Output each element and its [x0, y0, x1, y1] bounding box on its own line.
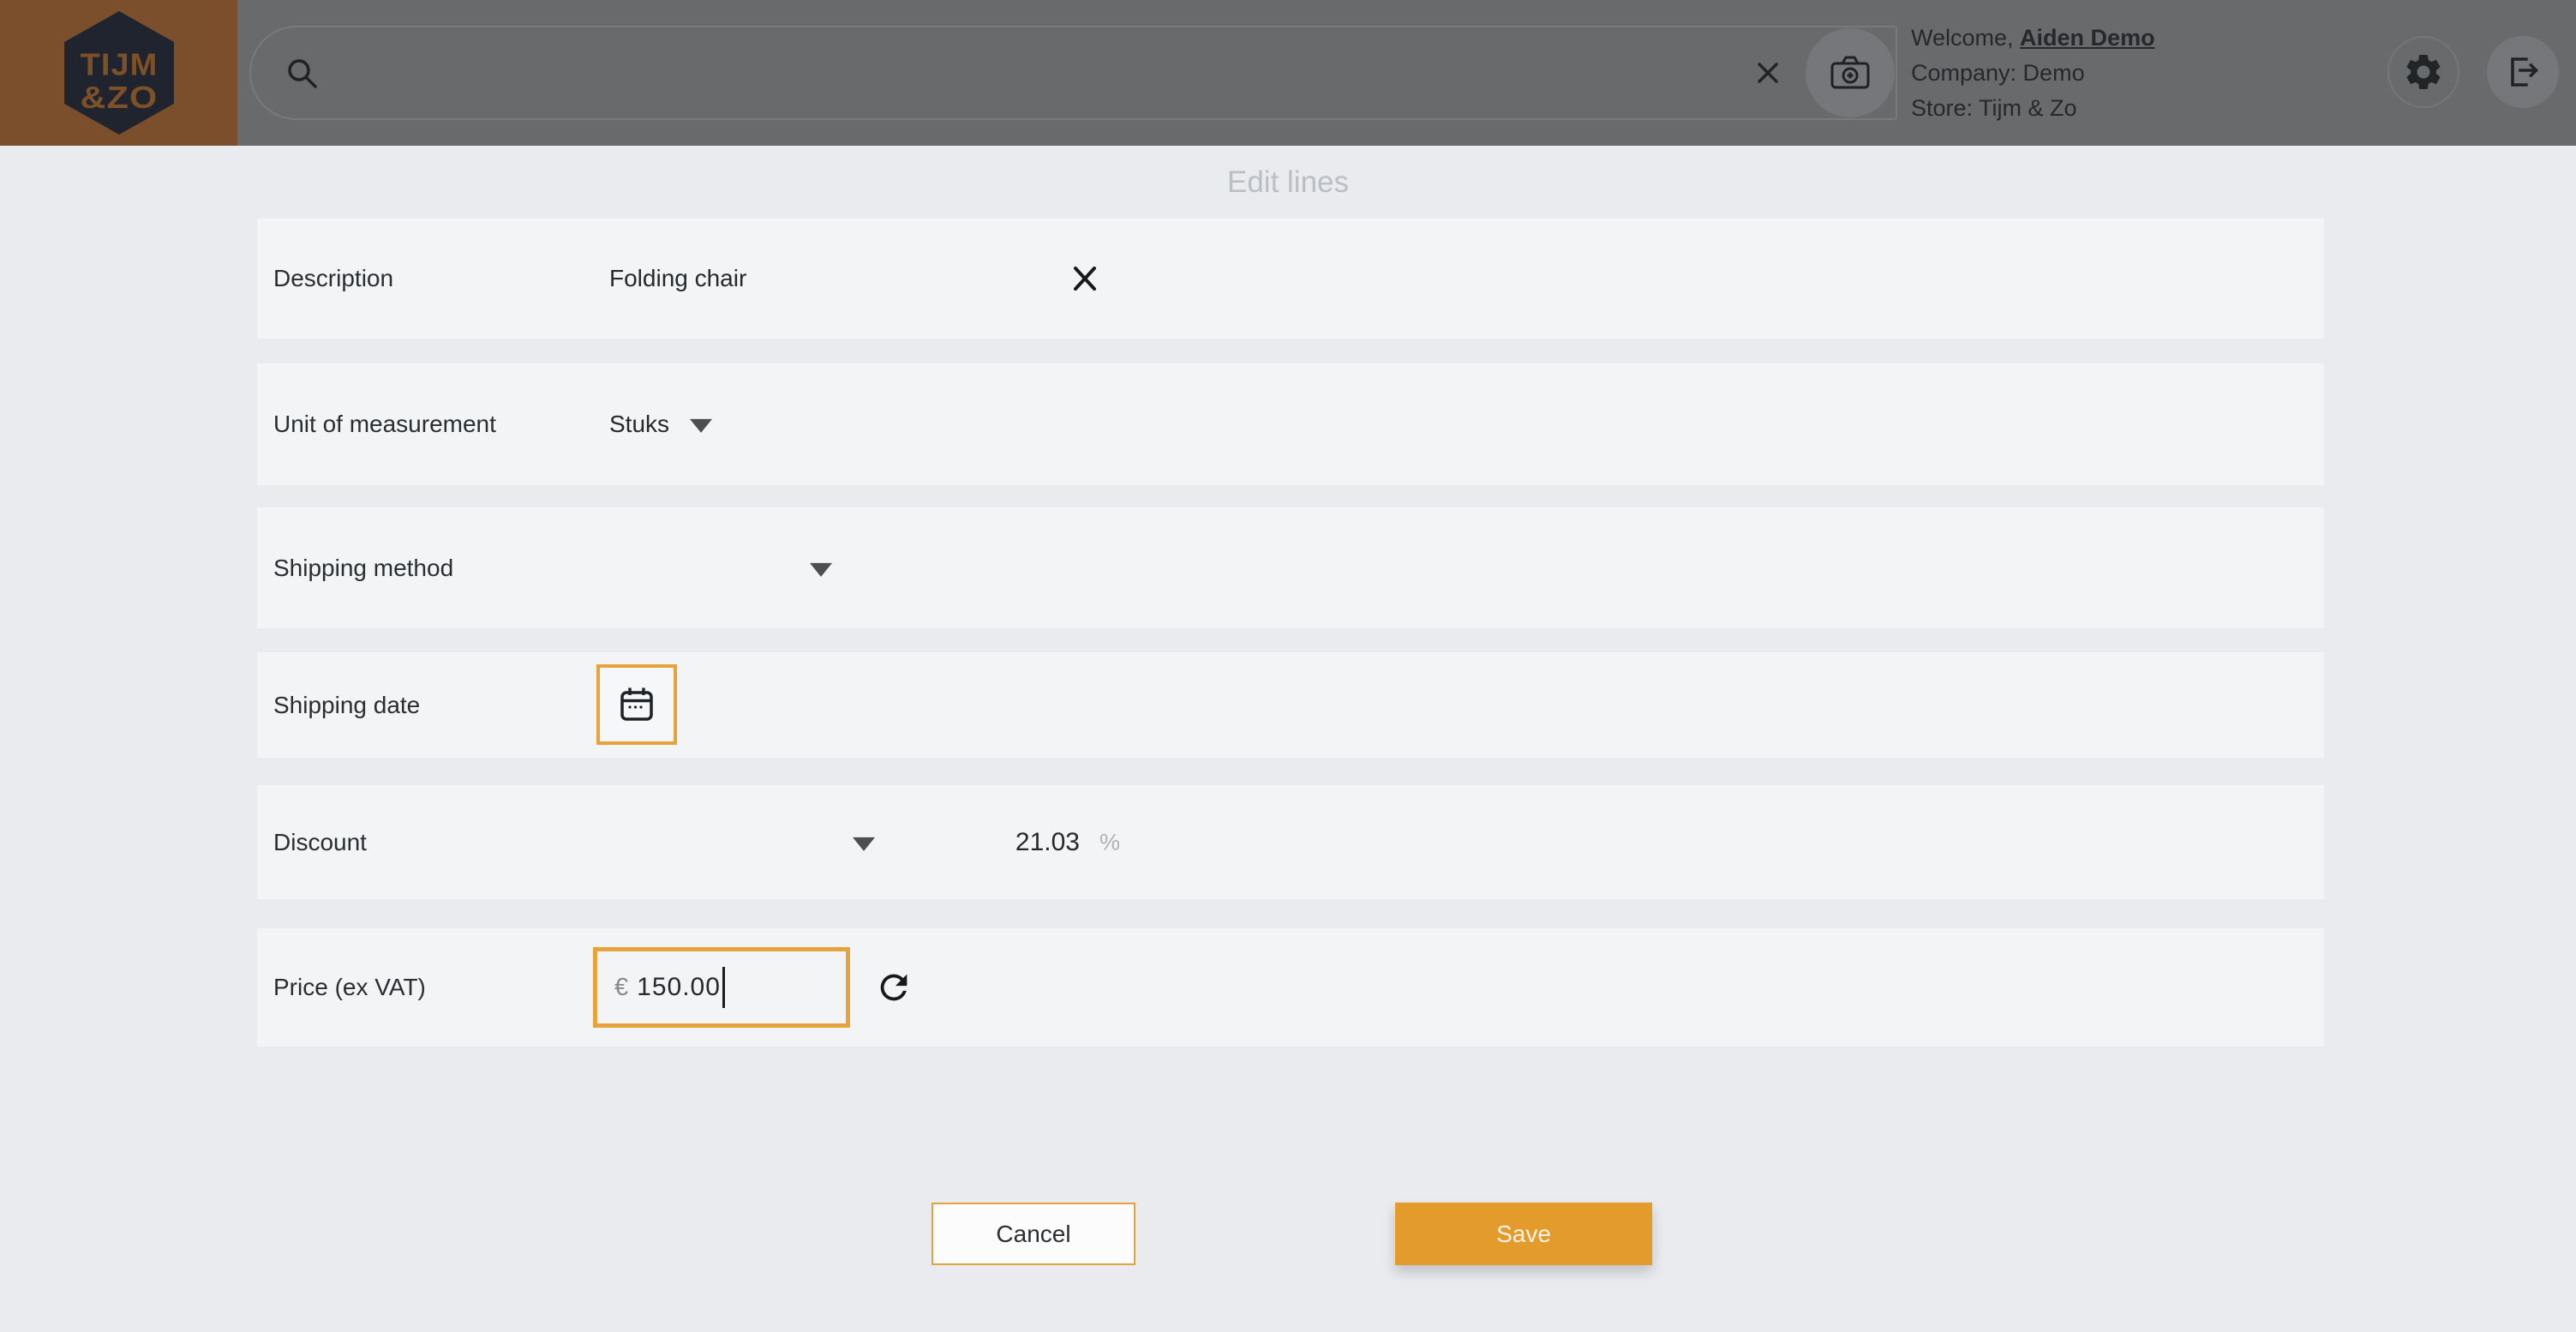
- company-line: Company: Demo: [1911, 56, 2155, 91]
- welcome-prefix: Welcome,: [1911, 25, 2020, 51]
- chevron-down-icon[interactable]: [690, 419, 712, 433]
- welcome-line: Welcome, Aiden Demo: [1911, 21, 2155, 56]
- price-value: 150.00: [637, 973, 721, 1002]
- form-row-shipping-date: Shipping date: [257, 652, 2324, 758]
- gear-icon: [2402, 51, 2445, 93]
- logout-icon: [2503, 52, 2543, 92]
- user-name-link[interactable]: Aiden Demo: [2020, 25, 2155, 51]
- form-row-shipping-method: Shipping method: [257, 507, 2324, 628]
- unit-value[interactable]: Stuks: [609, 411, 669, 438]
- search-bar: [249, 26, 1897, 120]
- logo-text-line2: &ZO: [80, 80, 158, 115]
- clear-description-button[interactable]: [1069, 262, 1101, 295]
- store-line: Store: Tijm & Zo: [1911, 91, 2155, 126]
- price-label: Price (ex VAT): [273, 974, 426, 1001]
- discount-label: Discount: [273, 829, 367, 856]
- text-caret: [722, 967, 725, 1008]
- cancel-button[interactable]: Cancel: [932, 1203, 1135, 1265]
- chevron-down-icon[interactable]: [853, 837, 875, 850]
- euro-currency-symbol: €: [614, 974, 628, 1002]
- app-header: TIJM &ZO Welc: [0, 0, 2576, 146]
- search-icon: [284, 55, 320, 91]
- settings-button[interactable]: [2387, 36, 2459, 108]
- logout-button[interactable]: [2487, 36, 2559, 108]
- form-row-discount: Discount 21.03 %: [257, 785, 2324, 899]
- form-row-price: Price (ex VAT) € 150.00: [257, 928, 2324, 1047]
- form-row-unit-of-measurement: Unit of measurement Stuks: [257, 363, 2324, 485]
- user-info-block: Welcome, Aiden Demo Company: Demo Store:…: [1911, 21, 2155, 126]
- shipping-date-picker-button[interactable]: [596, 664, 677, 745]
- clear-search-button[interactable]: [1752, 57, 1783, 88]
- price-input[interactable]: € 150.00: [593, 947, 850, 1028]
- logo-text-line1: TIJM: [80, 47, 158, 82]
- shipping-method-label: Shipping method: [273, 555, 453, 582]
- calendar-icon: [617, 685, 656, 724]
- close-icon: [1069, 262, 1101, 295]
- camera-search-button[interactable]: [1806, 28, 1895, 117]
- page-title: Edit lines: [0, 165, 2576, 200]
- discount-percent-sign: %: [1099, 829, 1120, 855]
- camera-icon: [1829, 53, 1872, 93]
- hexagon-logo-icon: TIJM &ZO: [64, 11, 174, 135]
- unit-label: Unit of measurement: [273, 411, 496, 438]
- close-icon: [1752, 57, 1783, 88]
- description-value[interactable]: Folding chair: [609, 265, 746, 292]
- brand-logo[interactable]: TIJM &ZO: [0, 0, 237, 146]
- discount-amount[interactable]: 21.03: [994, 828, 1080, 857]
- description-label: Description: [273, 265, 393, 292]
- chevron-down-icon[interactable]: [810, 562, 832, 576]
- shipping-date-label: Shipping date: [273, 692, 420, 719]
- save-button[interactable]: Save: [1395, 1203, 1652, 1265]
- form-row-description: Description Folding chair: [257, 219, 2324, 339]
- refresh-icon: [874, 968, 914, 1007]
- search-input[interactable]: [335, 38, 1752, 108]
- refresh-price-button[interactable]: [874, 968, 914, 1007]
